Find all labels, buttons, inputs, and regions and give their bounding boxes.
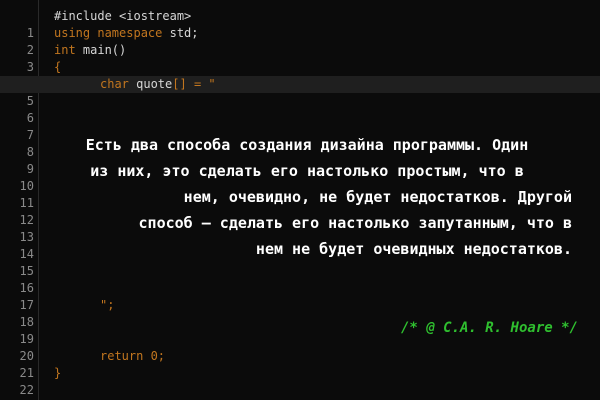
code-line[interactable]: 3 int main(): [0, 42, 600, 74]
code-line[interactable]: 17: [0, 280, 600, 312]
author-comment: /* @ C.A. R. Hoare */: [400, 320, 578, 336]
code-line[interactable]: 16: [0, 263, 600, 295]
keyword-token: return: [100, 349, 144, 363]
code-line[interactable]: 7: [0, 110, 600, 142]
quote-line: нем не будет очевидных недостатков.: [255, 240, 572, 258]
code-token: main(): [75, 43, 127, 57]
code-line[interactable]: 6: [0, 93, 600, 125]
quote-text-block: Есть два способа создания дизайна програ…: [34, 132, 580, 262]
code-editor[interactable]: 1 #include <iostream> 2 using namespace …: [0, 0, 600, 400]
code-line[interactable]: 21 return 0;: [0, 348, 600, 380]
quote-line: способ — сделать его настолько запутанны…: [138, 214, 572, 232]
code-token: std;: [162, 26, 199, 40]
code-line[interactable]: 2 using namespace std;: [0, 25, 600, 57]
keyword-token: int: [54, 43, 76, 57]
code-line-active[interactable]: 5 char quote[] = ": [0, 76, 600, 108]
code-line[interactable]: 23: [0, 382, 600, 399]
string-token: [] = ": [172, 77, 216, 91]
keyword-token: using namespace: [54, 26, 163, 40]
code-line[interactable]: 18 ";: [0, 297, 600, 329]
code-text: using namespace std;: [54, 25, 199, 42]
quote-line: из них, это сделать его настолько просты…: [90, 162, 524, 180]
code-text: return 0;: [100, 348, 165, 365]
quote-line: Есть два способа создания дизайна програ…: [85, 136, 529, 154]
code-text: #include <iostream>: [54, 9, 192, 23]
code-text: int main(): [54, 42, 126, 59]
keyword-token: char: [100, 77, 129, 91]
quote-line: нем, очевидно, не будет недостатков. Дру…: [183, 188, 572, 206]
code-text: }: [54, 366, 62, 380]
code-line[interactable]: 22 }: [0, 365, 600, 397]
code-text: char quote[] = ": [100, 76, 216, 93]
code-line[interactable]: 4 {: [0, 59, 600, 91]
code-line[interactable]: 1 #include <iostream>: [0, 8, 600, 40]
code-text: {: [54, 60, 62, 74]
string-token: ";: [100, 298, 115, 312]
code-token: 0;: [143, 349, 166, 363]
code-token: quote: [128, 77, 173, 91]
